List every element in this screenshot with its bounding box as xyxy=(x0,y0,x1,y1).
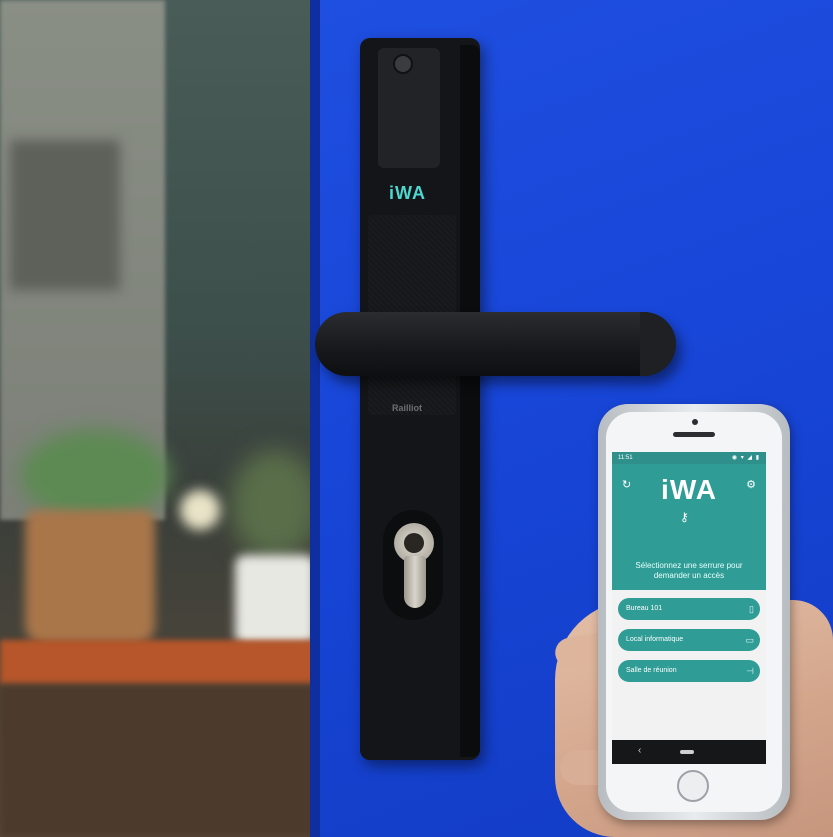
lock-item-label: Salle de réunion xyxy=(626,667,677,674)
back-icon[interactable]: ‹ xyxy=(638,745,641,756)
cylinder-slot xyxy=(404,556,426,608)
status-bar: 11:51 ◉ ▾ ◢ ▮ xyxy=(612,452,766,464)
lock-item-local-informatique[interactable]: Local informatique ▭ xyxy=(618,629,760,651)
lock-item-bureau-101[interactable]: Bureau 101 ▯ xyxy=(618,598,760,620)
android-nav-bar: ‹ xyxy=(612,740,766,764)
smart-lock-plate-side xyxy=(460,45,480,757)
status-icons: ◉ ▾ ◢ ▮ xyxy=(731,455,760,461)
door-handle[interactable] xyxy=(315,312,675,376)
background-shelf-under xyxy=(0,685,320,837)
door-handle-icon: ⊣ xyxy=(746,666,754,676)
app-logo: iWA xyxy=(661,474,717,505)
lock-item-label: Local informatique xyxy=(626,636,684,643)
phone-home-button[interactable] xyxy=(677,770,709,802)
status-time: 11:51 xyxy=(618,455,633,461)
background-picture xyxy=(10,140,120,290)
home-pill-icon[interactable] xyxy=(680,750,694,754)
lock-model-label: Railliot xyxy=(392,403,423,413)
background-shelf xyxy=(0,640,320,685)
lock-item-salle-de-reunion[interactable]: Salle de réunion ⊣ xyxy=(618,660,760,682)
phone-screen: 11:51 ◉ ▾ ◢ ▮ ↻ ⚙ iWA ⚷ Sélectionnez une… xyxy=(612,452,766,764)
key-icon: ⚷ xyxy=(680,510,689,524)
front-camera-icon xyxy=(692,419,698,425)
background-plant xyxy=(20,430,170,520)
lock-select-prompt: Sélectionnez une serrure pour demander u… xyxy=(635,561,743,580)
photo-scene: iWA Railliot 11:51 ◉ ▾ ◢ ▮ ↻ ⚙ iWA ⚷ Sél… xyxy=(0,0,833,837)
background-pot xyxy=(25,510,155,645)
lock-item-label: Bureau 101 xyxy=(626,605,663,612)
lock-brand-logo: iWA xyxy=(389,183,426,203)
background-flower xyxy=(180,490,220,530)
camera-lens-icon xyxy=(393,54,413,74)
door-edge xyxy=(310,0,320,837)
door-lock-icon: ▯ xyxy=(749,604,754,614)
app-header: ↻ ⚙ iWA ⚷ Sélectionnez une serrure pour … xyxy=(612,464,766,590)
background-pot-2 xyxy=(235,555,315,645)
earpiece-speaker xyxy=(673,432,715,437)
padlock-icon: ▭ xyxy=(745,635,754,645)
background-plant-2 xyxy=(230,450,320,560)
keyhole-icon xyxy=(404,533,424,553)
